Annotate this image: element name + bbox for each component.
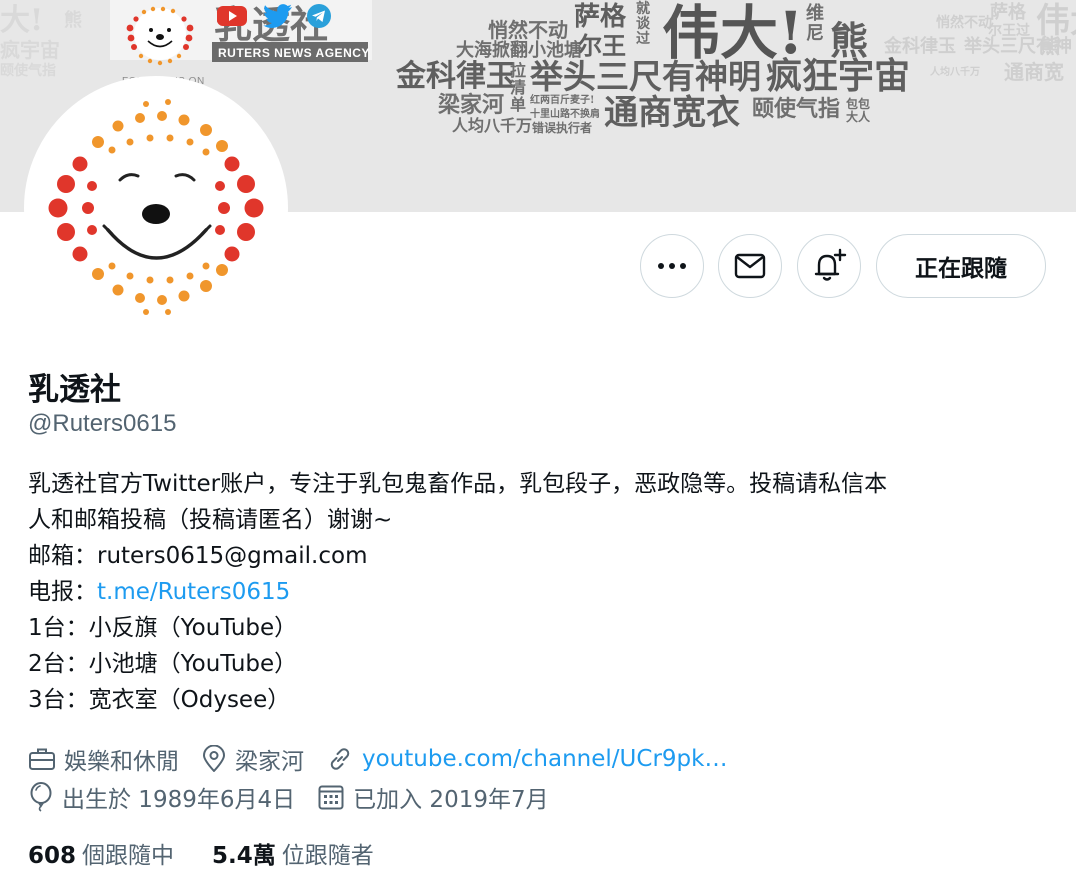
agency-subtitle: RUTERS NEWS AGENCY xyxy=(218,46,370,60)
telegram-icon xyxy=(307,4,331,28)
bio-line: 2台：小池塘（YouTube） xyxy=(28,651,298,677)
banner-phrase: 金科律玉 xyxy=(884,36,956,57)
balloon-icon xyxy=(30,782,52,812)
website-item: youtube.com/channel/UCr9pk… xyxy=(326,745,727,773)
banner-phrase: 梁家河 xyxy=(438,92,505,118)
followers-count[interactable]: 5.4萬 位跟隨者 xyxy=(212,836,374,870)
banner-phrase: 大! xyxy=(0,3,44,38)
banner-phrase: 尔王 xyxy=(578,31,626,60)
banner-phrase: 就谈过 xyxy=(636,1,650,47)
followers-count-label: 位跟隨者 xyxy=(281,843,374,869)
banner-phrase: 萨格 xyxy=(574,2,627,32)
banner-phrase: 金科律玉 xyxy=(396,59,516,94)
bell-plus-icon xyxy=(814,248,847,281)
banner-phrase: 疯狂宇宙 xyxy=(766,55,911,97)
category-text: 娛樂和休閒 xyxy=(64,749,179,775)
banner-phrase: 悄然不动 xyxy=(488,18,568,42)
display-name: 乳透社 xyxy=(28,372,121,408)
follow-counts: 608 個跟隨中 5.4萬 位跟隨者 xyxy=(28,836,412,870)
following-button[interactable]: 正在跟隨 xyxy=(876,234,1046,298)
youtube-icon xyxy=(217,6,247,26)
notify-button[interactable] xyxy=(797,234,861,298)
banner-main-text: 伟大! xyxy=(662,0,804,67)
telegram-label: 电报： xyxy=(28,579,97,605)
location-pin-icon xyxy=(203,745,225,772)
bear-avatar-icon xyxy=(28,80,284,336)
telegram-link[interactable]: t.me/Ruters0615 xyxy=(97,579,290,605)
banner-phrase: 错误执行者 xyxy=(532,121,593,135)
joined-text: 已加入 2019年7月 xyxy=(353,787,549,813)
banner-phrase: 通商宽衣 xyxy=(604,93,740,133)
followers-count-value: 5.4萬 xyxy=(212,843,276,869)
more-dots-icon xyxy=(658,263,686,269)
banner-phrase: 疯宇宙 xyxy=(0,38,60,62)
website-link[interactable]: youtube.com/channel/UCr9pk… xyxy=(362,746,727,772)
joined-item: 已加入 2019年7月 xyxy=(317,780,549,814)
message-button[interactable] xyxy=(718,234,782,298)
agency-logo-icon xyxy=(126,6,194,66)
banner-phrase: 十里山路不换肩 xyxy=(530,109,600,120)
bio-line: 3台：宽衣室（Odysee） xyxy=(28,687,291,713)
bio-line: 乳透社官方Twitter账户，专注于乳包鬼畜作品，乳包段子，恶政隐等。投稿请私信… xyxy=(28,471,888,497)
banner-phrase: 包包大人 xyxy=(846,97,871,124)
calendar-icon xyxy=(318,785,344,810)
banner-phrase: 颐使气指 xyxy=(752,96,841,122)
bio-telegram-line: 电报：t.me/Ruters0615 xyxy=(28,574,1058,610)
bio-email-line: 邮箱：ruters0615@gmail.com xyxy=(28,543,368,569)
location-text: 梁家河 xyxy=(235,749,304,775)
briefcase-icon xyxy=(29,748,55,770)
following-count-label: 個跟隨中 xyxy=(82,843,175,869)
profile-meta-row: 娛樂和休閒 梁家河 youtube.com/channel/UCr9pk… xyxy=(28,742,749,776)
bio-line: 1台：小反旗（YouTube） xyxy=(28,615,298,641)
banner-phrase: 伟大 xyxy=(1036,1,1076,41)
envelope-icon xyxy=(734,253,766,279)
category-item: 娛樂和休閒 xyxy=(28,742,179,776)
twitter-icon xyxy=(263,4,292,28)
following-count[interactable]: 608 個跟隨中 xyxy=(28,836,174,870)
profile-avatar[interactable] xyxy=(24,76,288,340)
banner-phrase: 拉清单 xyxy=(510,61,527,114)
birthday-text: 出生於 1989年6月4日 xyxy=(62,787,296,813)
banner-phrase: 萨格 xyxy=(990,2,1026,23)
user-handle: @Ruters0615 xyxy=(28,410,177,437)
link-icon xyxy=(330,748,350,770)
birthday-item: 出生於 1989年6月4日 xyxy=(28,780,295,814)
banner-phrase: 人均八千万 xyxy=(930,67,980,78)
banner-phrase: 举头三尺有神明 xyxy=(530,57,761,96)
banner-phrase: 颐使气指 xyxy=(0,63,56,79)
banner-phrase: 通商宽 xyxy=(1004,60,1064,84)
bio-line: 人和邮箱投稿（投稿请匿名）谢谢~ xyxy=(28,507,393,533)
banner-phrase: 熊 xyxy=(64,10,82,31)
more-button[interactable] xyxy=(640,234,704,298)
banner-phrase: 人均八千万 xyxy=(452,116,533,135)
banner-phrase: 熊 xyxy=(1040,34,1060,58)
banner-phrase: 红两百斤麦子! xyxy=(530,95,595,106)
profile-meta-row-2: 出生於 1989年6月4日 已加入 2019年7月 xyxy=(28,780,571,814)
profile-bio: 乳透社官方Twitter账户，专注于乳包鬼畜作品，乳包段子，恶政隐等。投稿请私信… xyxy=(28,466,1058,718)
following-count-value: 608 xyxy=(28,843,77,869)
location-item: 梁家河 xyxy=(201,742,304,776)
banner-phrase: 维尼 xyxy=(806,3,824,44)
banner-phrase: 悄然不动 xyxy=(936,15,992,31)
